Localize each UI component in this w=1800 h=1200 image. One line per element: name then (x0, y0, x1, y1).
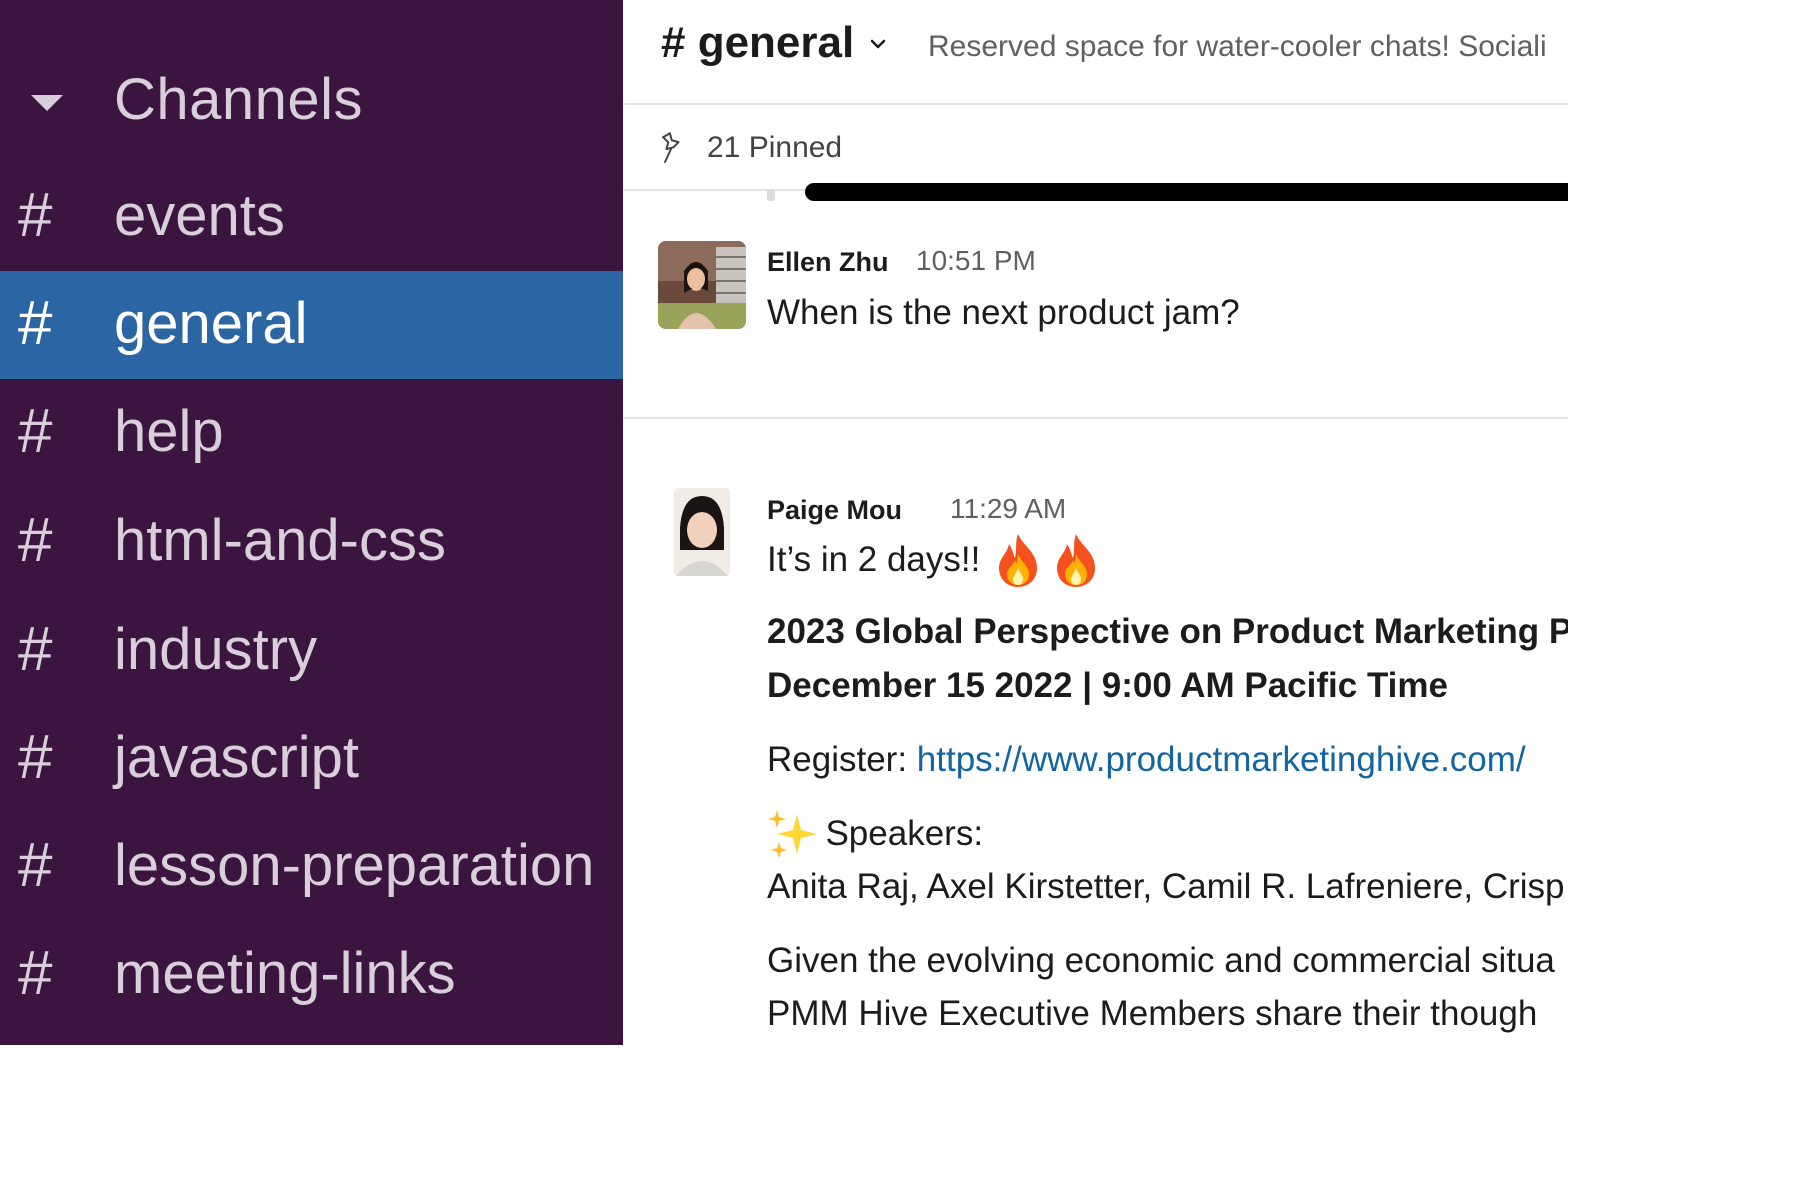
channel-view: # general Reserved space for water-coole… (623, 0, 1568, 1045)
channel-hash-icon: # (18, 181, 53, 250)
channel-hash-icon: # (18, 289, 53, 358)
sidebar: Channels # events # general # help # htm… (0, 0, 623, 1045)
sidebar-item-html-and-css[interactable]: # html-and-css (0, 488, 623, 596)
channel-name: lesson-preparation (114, 833, 595, 898)
event-date: December 15 2022 | 9:00 AM Pacific Time (767, 666, 1448, 705)
channel-name: general (114, 291, 308, 356)
speakers-list: Anita Raj, Axel Kirstetter, Camil R. Laf… (767, 867, 1565, 906)
channel-hash-icon: # (18, 506, 53, 575)
message-divider (623, 417, 1568, 419)
channel-title[interactable]: # general (661, 18, 854, 68)
channel-hash-icon: # (18, 397, 53, 466)
channel-topic[interactable]: Reserved space for water-cooler chats! S… (928, 30, 1547, 64)
speakers-label: Speakers: (825, 814, 984, 853)
channel-hash-icon: # (18, 615, 53, 684)
event-title: 2023 Global Perspective on Product Marke… (767, 612, 1568, 651)
channel-name: industry (114, 617, 318, 682)
sidebar-item-javascript[interactable]: # javascript (0, 705, 623, 813)
scroll-tick (767, 189, 775, 201)
fire-emoji-icon (1057, 534, 1096, 587)
message-timestamp[interactable]: 11:29 AM (950, 493, 1066, 525)
message-body-line: PMM Hive Executive Members share their t… (767, 994, 1538, 1033)
channel-header: # general Reserved space for water-coole… (623, 0, 1568, 105)
speakers-heading: Speakers: (767, 808, 983, 860)
message-text: When is the next product jam? (767, 293, 1240, 332)
sidebar-item-events[interactable]: # events (0, 163, 623, 271)
message-body-line: Given the evolving economic and commerci… (767, 941, 1555, 980)
channel-hash-icon: # (18, 939, 53, 1008)
sidebar-item-help[interactable]: # help (0, 379, 623, 487)
channel-name: events (114, 183, 285, 248)
register-line: Register: https://www.productmarketinghi… (767, 740, 1526, 780)
chevron-down-icon[interactable] (869, 36, 887, 54)
register-link[interactable]: https://www.productmarketinghive.com/ (917, 740, 1526, 779)
channel-hash-icon: # (18, 723, 53, 792)
avatar-photo (658, 241, 746, 329)
channels-section-toggle[interactable]: Channels (0, 48, 623, 156)
sidebar-item-general[interactable]: # general (0, 271, 623, 379)
fire-emoji-icon (998, 534, 1037, 587)
pinned-count: 21 Pinned (707, 131, 843, 164)
avatar-photo (674, 488, 730, 576)
sidebar-item-industry[interactable]: # industry (0, 597, 623, 705)
message-author[interactable]: Ellen Zhu (767, 247, 889, 278)
pinned-preview-bar (805, 183, 1568, 201)
message-timestamp[interactable]: 10:51 PM (916, 245, 1036, 277)
sparkles-emoji-icon (768, 810, 817, 858)
pin-icon (662, 132, 680, 163)
register-label: Register: (767, 740, 917, 779)
channel-name: help (114, 399, 224, 464)
sidebar-item-lesson-preparation[interactable]: # lesson-preparation (0, 813, 623, 921)
sidebar-item-meeting-links[interactable]: # meeting-links (0, 921, 623, 1029)
channel-name: html-and-css (114, 508, 446, 573)
channel-name: javascript (114, 725, 359, 790)
avatar[interactable] (658, 241, 746, 329)
avatar[interactable] (674, 488, 730, 576)
message-line: It’s in 2 days!! (767, 532, 1101, 588)
message-author[interactable]: Paige Mou (767, 495, 902, 526)
channel-name: meeting-links (114, 941, 456, 1006)
caret-down-icon[interactable] (31, 95, 63, 111)
channels-section-label: Channels (114, 67, 364, 132)
message-text: It’s in 2 days!! (767, 540, 981, 579)
pinned-bar[interactable]: 21 Pinned (623, 105, 1568, 191)
channel-hash-icon: # (18, 831, 53, 900)
